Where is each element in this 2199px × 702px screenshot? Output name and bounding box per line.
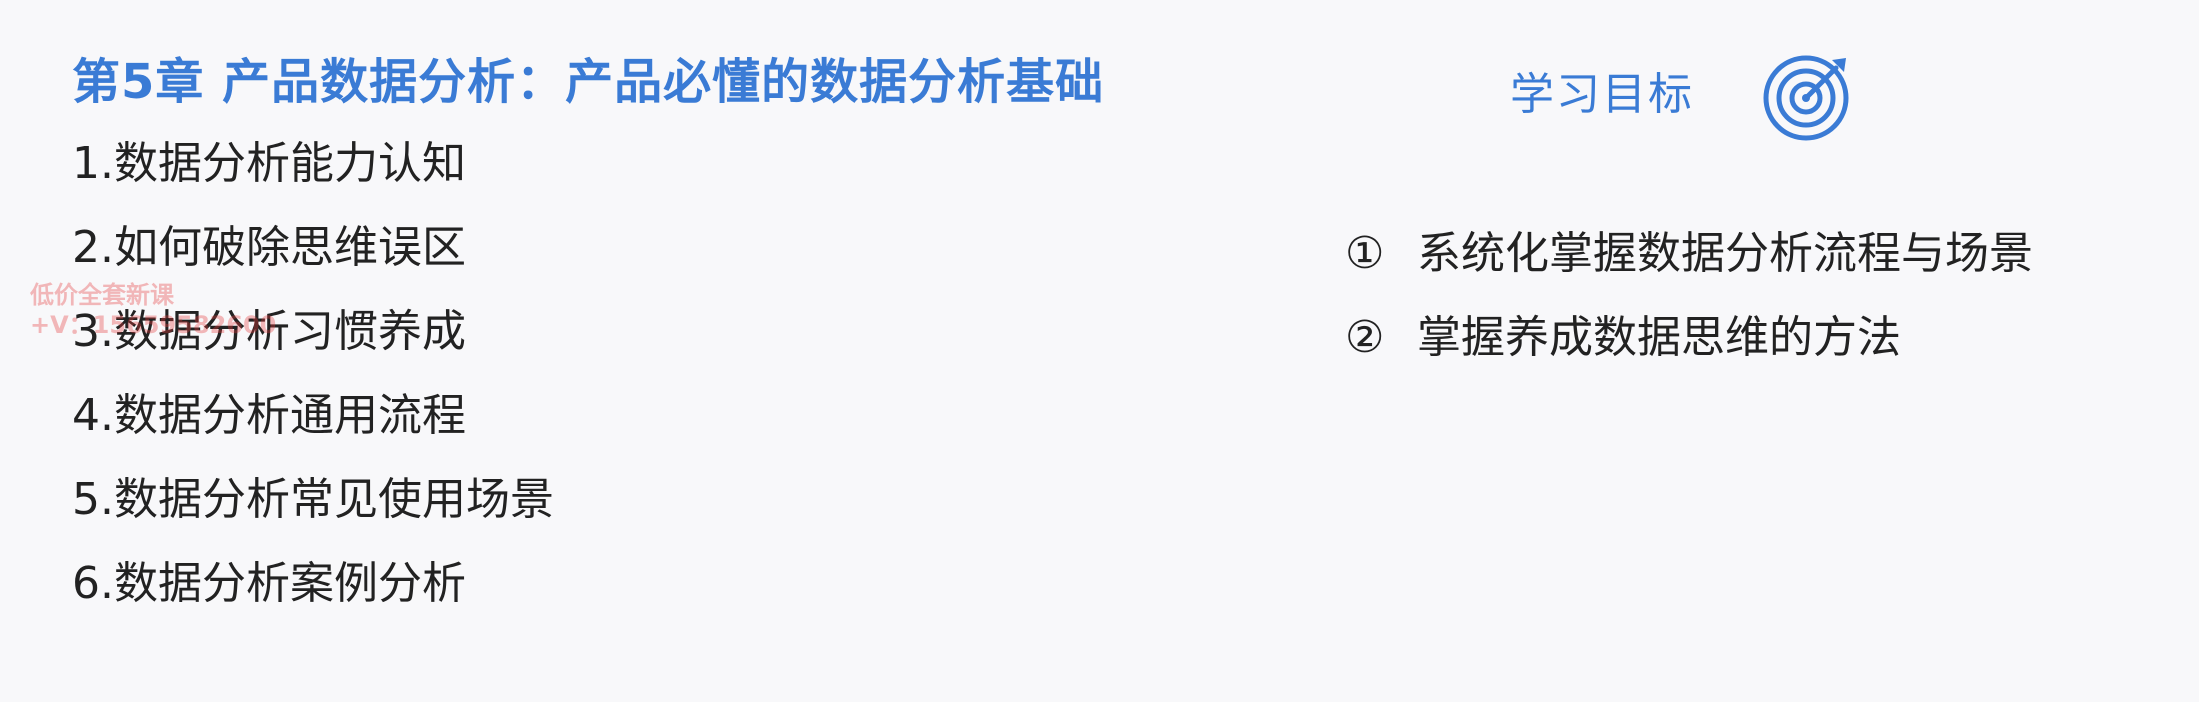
goals-list: ① 系统化掌握数据分析流程与场景 ② 掌握养成数据思维的方法 <box>1345 222 2033 390</box>
toc-item: 2.如何破除思维误区 <box>72 222 466 273</box>
target-icon <box>1763 55 1849 141</box>
toc-list: 1.数据分析能力认知 2.如何破除思维误区 3.数据分析习惯养成 4.数据分析通… <box>72 132 554 636</box>
toc-item: 1.数据分析能力认知 <box>72 138 466 189</box>
toc-item: 6.数据分析案例分析 <box>72 558 466 609</box>
chapter-title: 第5章 产品数据分析：产品必懂的数据分析基础 <box>72 54 1105 110</box>
toc-item: 5.数据分析常见使用场景 <box>72 474 554 525</box>
goal-text: 掌握养成数据思维的方法 <box>1417 312 1901 363</box>
goal-item: ② 掌握养成数据思维的方法 <box>1345 306 2033 390</box>
slide: 第5章 产品数据分析：产品必懂的数据分析基础 1.数据分析能力认知 2.如何破除… <box>0 0 2199 702</box>
toc-item: 3.数据分析习惯养成 <box>72 306 466 357</box>
toc-item: 4.数据分析通用流程 <box>72 390 466 441</box>
goals-header: 学习目标 <box>1510 69 1694 120</box>
goal-number: ② <box>1345 312 1385 363</box>
goal-text: 系统化掌握数据分析流程与场景 <box>1417 228 2033 279</box>
goal-item: ① 系统化掌握数据分析流程与场景 <box>1345 222 2033 306</box>
goal-number: ① <box>1345 228 1385 279</box>
